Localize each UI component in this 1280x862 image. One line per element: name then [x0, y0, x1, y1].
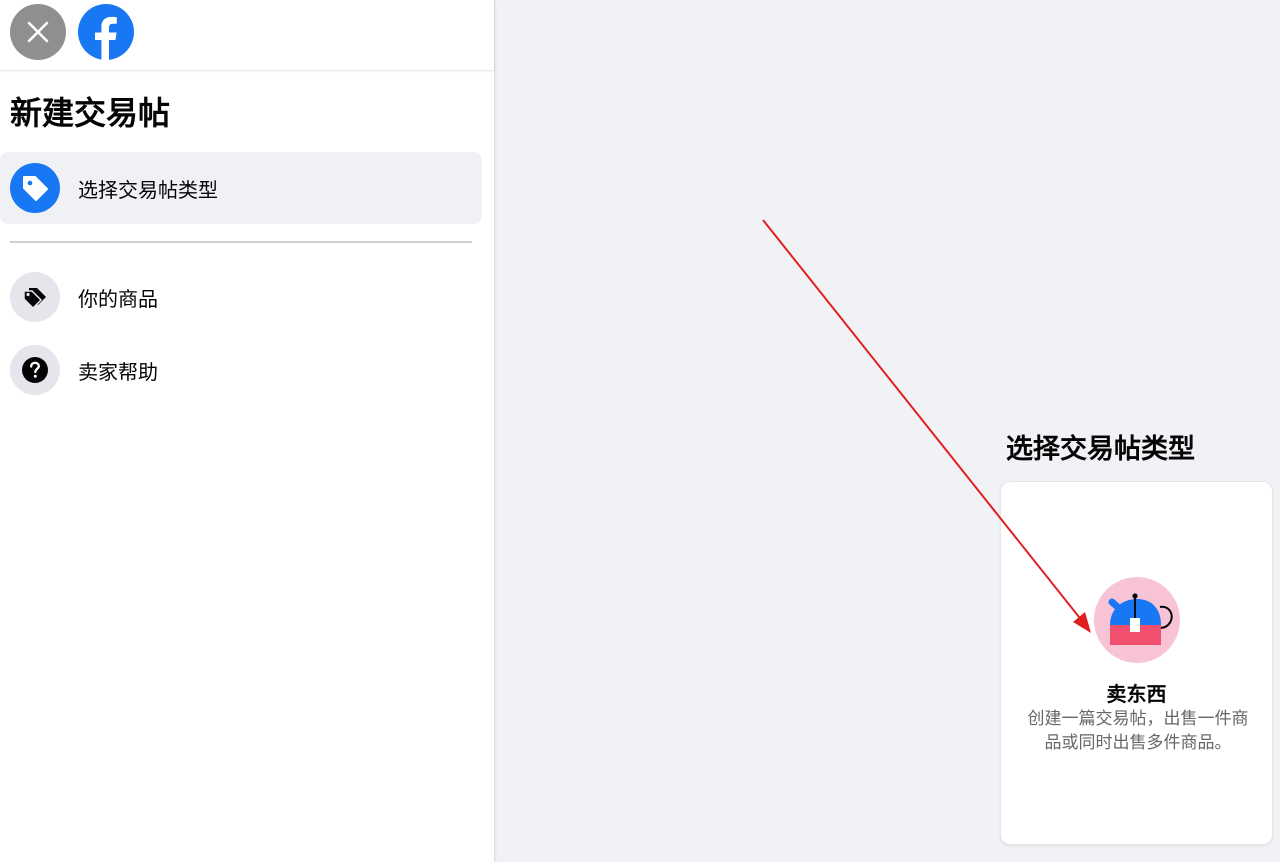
- question-icon: [10, 345, 60, 395]
- page-title: 新建交易帖: [10, 94, 171, 132]
- sidebar: 新建交易帖 选择交易帖类型 你的商品 卖家帮助: [0, 0, 495, 862]
- top-bar: [0, 0, 494, 70]
- divider: [10, 241, 472, 243]
- app-root: 新建交易帖 选择交易帖类型 你的商品 卖家帮助 选择交易帖类型 卖东西 创建一篇…: [0, 0, 1280, 862]
- section-title: 选择交易帖类型: [1006, 434, 1195, 465]
- sidebar-item-label: 卖家帮助: [78, 359, 158, 384]
- sidebar-item-choose-listing-type[interactable]: 选择交易帖类型: [0, 152, 482, 224]
- tags-icon: [10, 272, 60, 322]
- close-icon: [27, 21, 49, 43]
- sidebar-item-label: 你的商品: [78, 286, 158, 311]
- facebook-logo-icon[interactable]: [78, 4, 134, 60]
- card-description: 创建一篇交易帖，出售一件商品或同时出售多件商品。: [1027, 709, 1249, 753]
- sidebar-item-seller-help[interactable]: 卖家帮助: [0, 334, 482, 406]
- sidebar-item-label: 选择交易帖类型: [78, 177, 218, 202]
- card-title: 卖东西: [1106, 682, 1167, 706]
- sell-item-card[interactable]: 卖东西 创建一篇交易帖，出售一件商品或同时出售多件商品。: [1000, 481, 1273, 845]
- sidebar-item-your-items[interactable]: 你的商品: [0, 261, 482, 333]
- price-tag-icon: [10, 163, 60, 213]
- close-button[interactable]: [10, 4, 66, 60]
- teapot-illustration-icon: [1094, 577, 1180, 663]
